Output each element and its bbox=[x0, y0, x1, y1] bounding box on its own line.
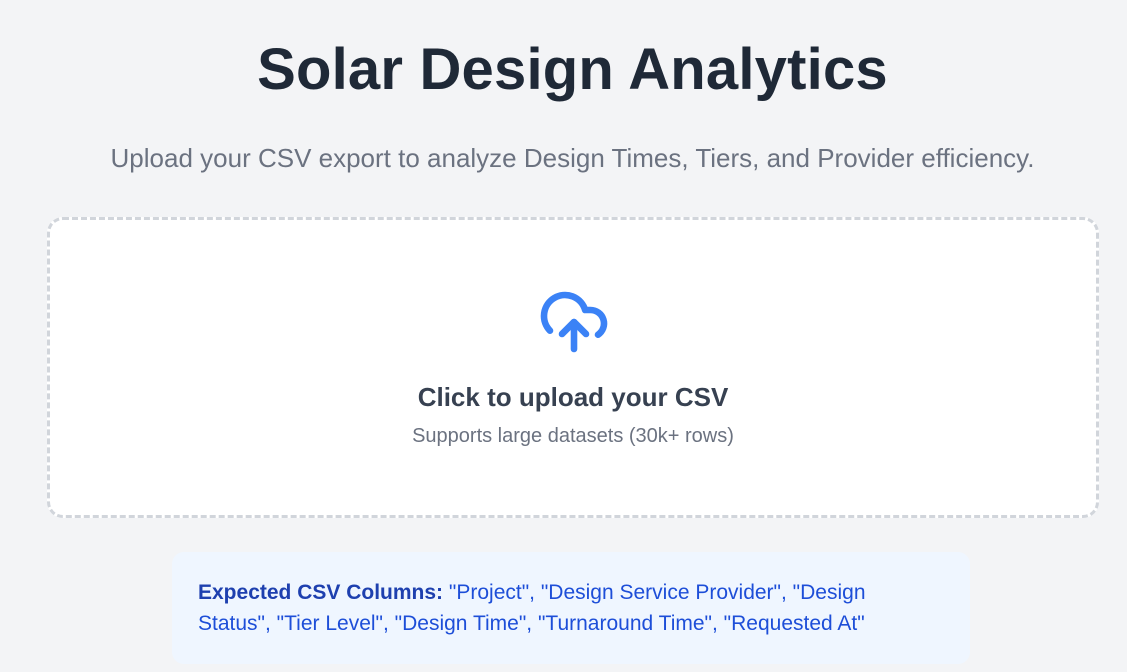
expected-columns-label: Expected CSV Columns: bbox=[198, 581, 444, 604]
csv-upload-dropzone[interactable]: Click to upload your CSV Supports large … bbox=[47, 217, 1099, 518]
upload-heading: Click to upload your CSV bbox=[417, 382, 729, 412]
upload-subtext: Supports large datasets (30k+ rows) bbox=[412, 425, 734, 447]
cloud-upload-icon bbox=[540, 291, 608, 353]
expected-columns-info: Expected CSV Columns: "Project", "Design… bbox=[172, 552, 970, 664]
page-title: Solar Design Analytics bbox=[257, 37, 888, 102]
page-subtitle: Upload your CSV export to analyze Design… bbox=[110, 143, 1035, 173]
